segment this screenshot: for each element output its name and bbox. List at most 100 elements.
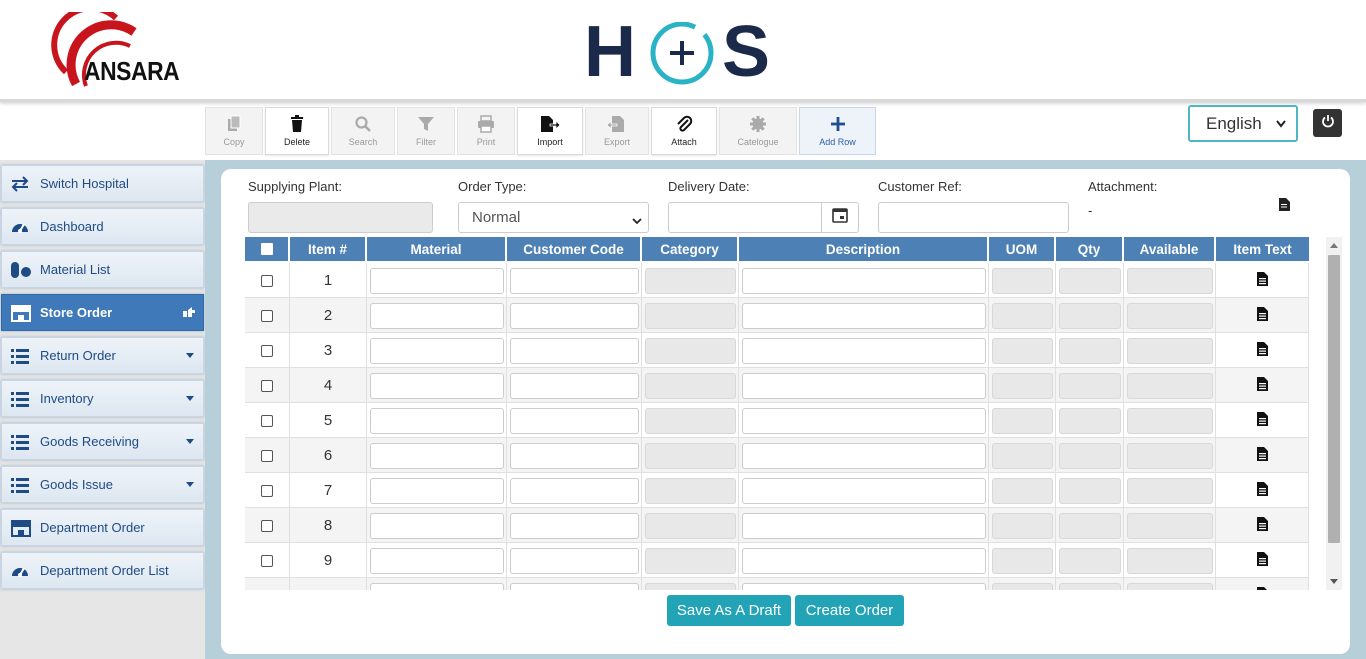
logout-button[interactable]: [1313, 109, 1342, 137]
print-button[interactable]: Print: [457, 107, 515, 155]
row-select-checkbox[interactable]: [261, 274, 273, 287]
scroll-down-icon[interactable]: [1330, 579, 1338, 584]
row-select-checkbox[interactable]: [261, 449, 273, 462]
sidebar-item-inventory[interactable]: Inventory: [1, 380, 204, 417]
description-input[interactable]: [741, 407, 986, 434]
customer-code-input[interactable]: [509, 372, 639, 399]
item-text-file-icon[interactable]: [1256, 516, 1268, 535]
copy-button[interactable]: Copy: [205, 107, 263, 155]
sidebar-item-dashboard[interactable]: Dashboard: [1, 208, 204, 245]
category-field: [644, 547, 736, 574]
table-cell: [245, 543, 290, 578]
attachment-file-icon[interactable]: [1279, 198, 1290, 216]
description-input[interactable]: [741, 267, 986, 294]
material-input[interactable]: [369, 372, 504, 399]
material-input[interactable]: [369, 442, 504, 469]
filter-button[interactable]: Filter: [397, 107, 455, 155]
row-select-checkbox[interactable]: [261, 519, 273, 532]
item-text-file-icon[interactable]: [1256, 446, 1268, 465]
language-select[interactable]: English: [1188, 105, 1298, 142]
sidebar-item-goods-receiving[interactable]: Goods Receiving: [1, 423, 204, 460]
material-input[interactable]: [369, 477, 504, 504]
item-number: 4: [323, 377, 333, 394]
delete-button[interactable]: Delete: [265, 107, 329, 155]
add-row-button[interactable]: Add Row: [799, 107, 876, 155]
table-scrollbar[interactable]: [1326, 237, 1342, 590]
customer-code-input[interactable]: [509, 302, 639, 329]
table-cell: [367, 403, 507, 438]
select-all-checkbox[interactable]: [260, 243, 273, 255]
customer-code-input[interactable]: [509, 547, 639, 574]
catalogue-button[interactable]: Catelogue: [719, 107, 797, 155]
item-text-file-icon[interactable]: [1256, 341, 1268, 360]
import-button[interactable]: Import: [517, 107, 583, 155]
description-input[interactable]: [741, 582, 986, 590]
item-text-file-icon[interactable]: [1256, 271, 1268, 290]
row-select-checkbox[interactable]: [261, 309, 273, 322]
item-text-file-icon[interactable]: [1256, 586, 1268, 590]
table-row: 7: [245, 473, 1309, 508]
sidebar-item-department-order-list[interactable]: Department Order List: [1, 552, 204, 589]
row-select-checkbox[interactable]: [261, 484, 273, 497]
scroll-thumb[interactable]: [1328, 255, 1340, 543]
table-row: 5: [245, 403, 1309, 438]
table-cell: [739, 473, 989, 508]
material-input[interactable]: [369, 582, 504, 590]
create-order-button[interactable]: Create Order: [795, 595, 904, 626]
sidebar-item-label: Return Order: [40, 348, 116, 363]
description-input[interactable]: [741, 547, 986, 574]
description-input[interactable]: [741, 337, 986, 364]
description-input[interactable]: [741, 442, 986, 469]
add-row-label: Add Row: [819, 137, 856, 147]
customer-code-input[interactable]: [509, 407, 639, 434]
sidebar-item-return-order[interactable]: Return Order: [1, 337, 204, 374]
material-input[interactable]: [369, 267, 504, 294]
row-select-checkbox[interactable]: [261, 344, 273, 357]
customer-code-input[interactable]: [509, 512, 639, 539]
customer-code-input[interactable]: [509, 582, 639, 590]
customer-code-input[interactable]: [509, 267, 639, 294]
attach-button[interactable]: Attach: [651, 107, 717, 155]
customer-code-input[interactable]: [509, 442, 639, 469]
material-input[interactable]: [369, 407, 504, 434]
row-select-checkbox[interactable]: [261, 414, 273, 427]
sidebar-item-switch-hospital[interactable]: Switch Hospital: [1, 165, 204, 202]
calendar-button[interactable]: [821, 203, 858, 232]
table-cell: [507, 438, 642, 473]
description-input[interactable]: [741, 372, 986, 399]
sidebar-item-department-order[interactable]: Department Order: [1, 509, 204, 546]
description-input[interactable]: [741, 512, 986, 539]
sidebar-item-goods-issue[interactable]: Goods Issue: [1, 466, 204, 503]
material-input[interactable]: [369, 302, 504, 329]
customer-code-input[interactable]: [509, 477, 639, 504]
table-cell: [989, 298, 1056, 333]
item-text-file-icon[interactable]: [1256, 306, 1268, 325]
order-type-select[interactable]: Normal: [458, 202, 649, 233]
material-input[interactable]: [369, 547, 504, 574]
item-text-file-icon[interactable]: [1256, 411, 1268, 430]
table-cell: [367, 368, 507, 403]
delivery-date-field[interactable]: [668, 202, 859, 233]
list-icon: [10, 477, 32, 493]
table-cell: [739, 298, 989, 333]
row-select-checkbox[interactable]: [261, 589, 273, 590]
customer-code-input[interactable]: [509, 337, 639, 364]
customer-ref-field[interactable]: [878, 202, 1069, 233]
search-button[interactable]: Search: [331, 107, 395, 155]
row-select-checkbox[interactable]: [261, 379, 273, 392]
sidebar-item-material-list[interactable]: Material List: [1, 251, 204, 288]
scroll-up-icon[interactable]: [1330, 243, 1338, 248]
description-input[interactable]: [741, 477, 986, 504]
item-text-file-icon[interactable]: [1256, 481, 1268, 500]
description-input[interactable]: [741, 302, 986, 329]
sidebar-item-store-order[interactable]: Store Order: [1, 294, 204, 331]
export-button[interactable]: Export: [585, 107, 649, 155]
material-input[interactable]: [369, 337, 504, 364]
item-text-file-icon[interactable]: [1256, 551, 1268, 570]
available-field: [1126, 337, 1213, 364]
item-text-file-icon[interactable]: [1256, 376, 1268, 395]
qty-field: [1058, 267, 1121, 294]
save-draft-button[interactable]: Save As A Draft: [667, 595, 791, 626]
row-select-checkbox[interactable]: [261, 554, 273, 567]
material-input[interactable]: [369, 512, 504, 539]
